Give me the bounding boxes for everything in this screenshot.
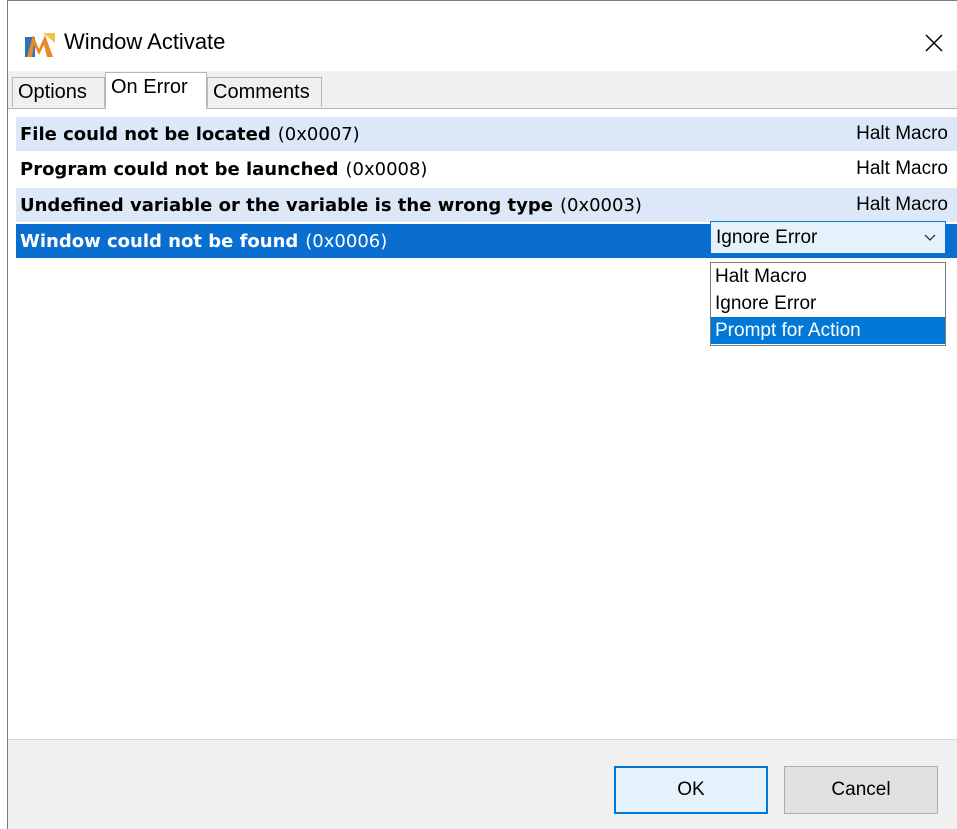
cancel-button[interactable]: Cancel	[784, 766, 938, 814]
error-code: (0x0007)	[277, 123, 360, 145]
dropdown-option-halt-macro[interactable]: Halt Macro	[711, 263, 945, 290]
error-action: Halt Macro	[856, 158, 948, 179]
action-dropdown-list: Halt Macro Ignore Error Prompt for Actio…	[710, 262, 946, 346]
error-name: File could not be located	[20, 123, 271, 145]
dialog-footer: OK Cancel	[8, 741, 957, 829]
tab-strip: Options On Error Comments	[8, 71, 957, 109]
dropdown-option-prompt-for-action[interactable]: Prompt for Action	[711, 317, 945, 344]
error-row[interactable]: Program could not be launched (0x0008) H…	[16, 152, 957, 186]
error-code: (0x0008)	[345, 158, 428, 180]
close-button[interactable]	[911, 23, 957, 63]
error-code: (0x0003)	[559, 194, 642, 216]
title-bar: Window Activate	[8, 1, 957, 71]
error-row[interactable]: Undefined variable or the variable is th…	[16, 188, 957, 222]
tab-on-error[interactable]: On Error	[105, 72, 207, 109]
macro-app-icon	[25, 33, 55, 57]
error-action-select[interactable]: Ignore Error	[710, 221, 946, 254]
error-action: Halt Macro	[856, 194, 948, 215]
close-icon	[925, 34, 943, 52]
error-list-panel: File could not be located (0x0007) Halt …	[8, 108, 957, 740]
error-action: Halt Macro	[856, 123, 948, 144]
tab-options[interactable]: Options	[12, 77, 105, 107]
error-name: Program could not be launched	[20, 158, 339, 180]
tab-comments[interactable]: Comments	[207, 77, 322, 107]
window-title: Window Activate	[64, 29, 226, 54]
error-name: Undefined variable or the variable is th…	[20, 194, 553, 216]
select-value: Ignore Error	[716, 226, 818, 248]
error-code: (0x0006)	[305, 230, 388, 252]
error-name: Window could not be found	[20, 230, 299, 252]
dialog-window: Window Activate Options On Error Comment…	[7, 0, 957, 829]
dropdown-option-ignore-error[interactable]: Ignore Error	[711, 290, 945, 317]
chevron-down-icon	[924, 234, 936, 241]
ok-button[interactable]: OK	[614, 766, 768, 814]
error-row[interactable]: File could not be located (0x0007) Halt …	[16, 117, 957, 151]
